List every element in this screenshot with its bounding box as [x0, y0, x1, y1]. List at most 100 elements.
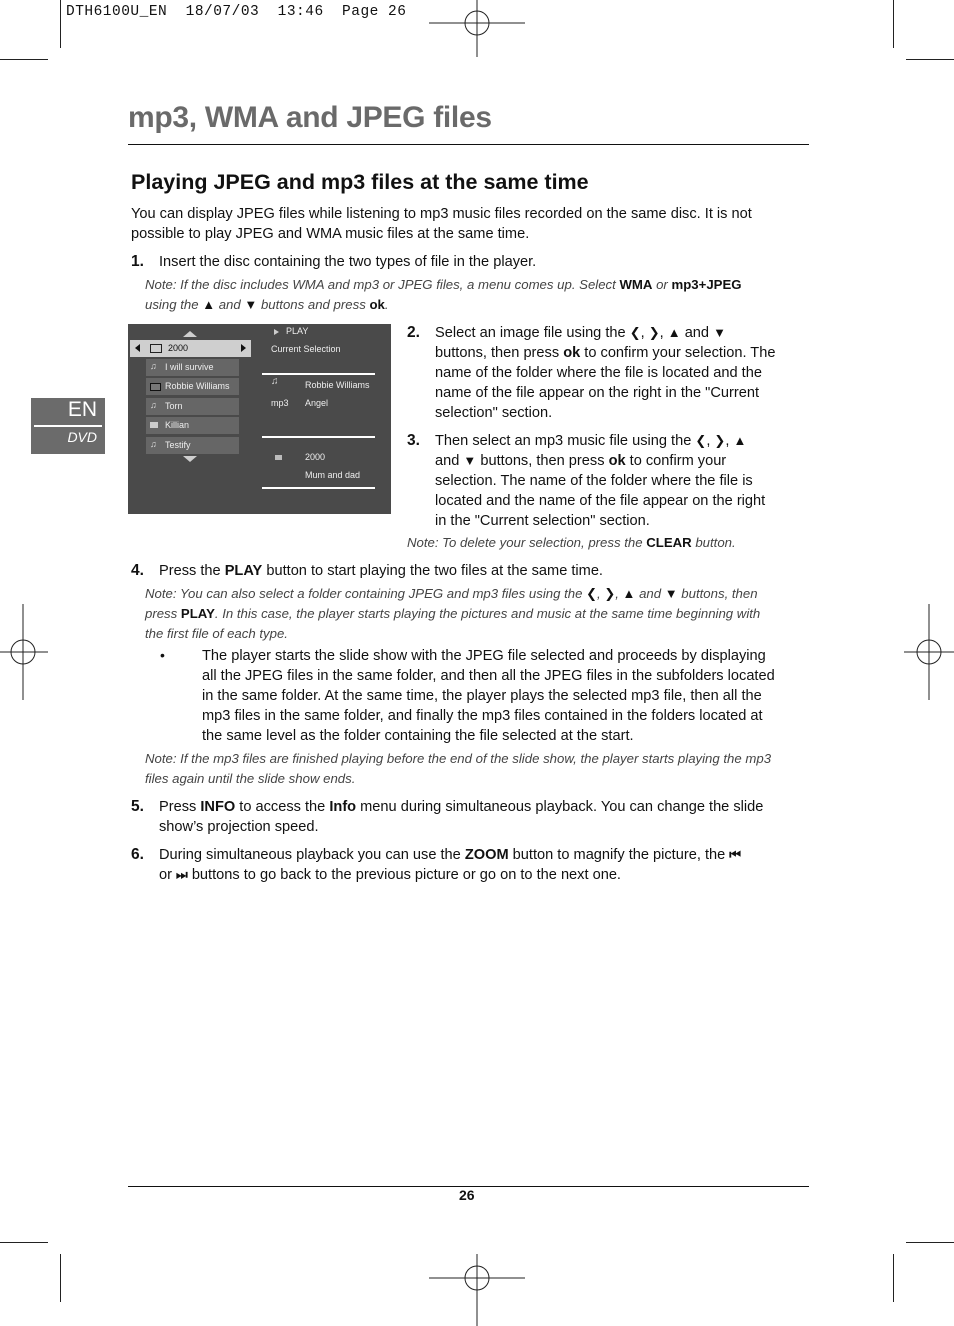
folder-name: 2000 [168, 343, 189, 353]
print-slug: DTH6100U_EN 18/07/03 13:46 Page 26 [66, 4, 407, 20]
step-text: to confirm your [629, 453, 727, 469]
left-arrow-icon [135, 344, 140, 352]
note-text: the first file of each type. [145, 626, 288, 641]
section-heading: Playing JPEG and mp3 files at the same t… [131, 170, 589, 194]
selected-image-file: Mum and dad [305, 470, 361, 480]
music-note-icon: ♫ [150, 361, 157, 371]
comma: , [706, 433, 715, 449]
item-label: I will survive [165, 362, 214, 372]
play-button-label: PLAY [180, 606, 215, 621]
current-folder-row: 2000 [130, 340, 251, 357]
crop-mark [906, 59, 954, 61]
step-1-note: Note: If the disc includes WMA and mp3 o… [145, 275, 825, 315]
bullet-icon: • [160, 647, 165, 663]
ok-button-label: ok [369, 297, 385, 312]
registration-mark-icon [429, 1254, 525, 1326]
item-label: Torn [165, 401, 183, 411]
step-number: 3. [407, 432, 420, 449]
title-divider [128, 144, 809, 146]
step-number: 6. [131, 846, 144, 863]
list-item: ♫ I will survive [146, 359, 239, 376]
step-3-note: Note: To delete your selection, press th… [407, 533, 807, 553]
note-text: buttons and press [257, 297, 370, 312]
step-text: and [684, 325, 710, 341]
list-item: Robbie Williams [146, 378, 239, 395]
right-arrow-icon: ❯ [604, 586, 616, 601]
note-text: Note: To delete your selection, press th… [407, 535, 647, 550]
crop-mark [0, 1242, 48, 1244]
down-arrow-icon: ▼ [463, 453, 477, 468]
bullet-line: The player starts the slide show with th… [202, 648, 766, 664]
bullet-line: in the same folder. At the same time, th… [202, 688, 762, 704]
registration-mark-icon [429, 0, 525, 57]
step-text: buttons to go back to the previous pictu… [191, 867, 621, 883]
step-text: or [159, 867, 172, 883]
slide-show-note: Note: If the mp3 files are finished play… [145, 749, 815, 789]
up-arrow-icon: ▲ [733, 433, 747, 448]
language-label: EN [67, 398, 97, 421]
zoom-button-label: ZOOM [464, 847, 509, 863]
note-text: press [145, 606, 181, 621]
down-arrow-icon: ▼ [244, 297, 258, 312]
note-text: using the [145, 297, 203, 312]
camera-icon [275, 455, 282, 460]
ok-button-label: ok [563, 345, 581, 361]
crop-mark [0, 59, 48, 61]
note-text: and [215, 297, 245, 312]
ok-button-label: ok [608, 453, 626, 469]
left-arrow-icon: ❮ [695, 433, 707, 448]
step-text: buttons, then press [480, 453, 605, 469]
page-title: mp3, WMA and JPEG files [128, 101, 492, 134]
bullet-line: all the JPEG files in the same folder, a… [202, 668, 775, 684]
registration-mark-icon [0, 604, 48, 700]
step-text: to access the [235, 799, 330, 815]
up-arrow-icon: ▲ [202, 297, 216, 312]
step-5: 5. Press INFO to access the Info menu du… [131, 797, 811, 837]
intro-paragraph: You can display JPEG files while listeni… [131, 204, 811, 244]
info-button-label: INFO [200, 799, 236, 815]
note-text: files again until the slide show ends. [145, 771, 356, 786]
bullet-paragraph: The player starts the slide show with th… [202, 646, 812, 746]
selected-music-file: Angel [305, 398, 329, 408]
step-3: 3. Then select an mp3 music file using t… [407, 431, 807, 531]
intro-line: possible to play JPEG and WMA music file… [131, 226, 530, 242]
note-text: Note: You can also select a folder conta… [145, 586, 587, 601]
folder-icon [150, 383, 161, 391]
scroll-up-icon [183, 331, 197, 337]
step-text: button to magnify the picture, the [508, 847, 726, 863]
crop-mark [893, 1254, 895, 1302]
osd-divider [262, 487, 375, 489]
note-text: Note: If the disc includes WMA and mp3 o… [145, 277, 620, 292]
step-text: located and the name of the file appear … [435, 493, 766, 509]
step-text: buttons, then press [435, 345, 560, 361]
step-text: show’s projection speed. [159, 819, 319, 835]
osd-divider [262, 373, 375, 375]
step-text: selection" section. [435, 405, 553, 421]
down-arrow-icon: ▼ [713, 325, 726, 340]
item-label: Killian [165, 420, 190, 430]
bullet-line: mp3 files in the same folder, and finall… [202, 708, 763, 724]
product-label: DVD [67, 429, 97, 445]
wma-option: WMA [619, 277, 653, 292]
right-arrow-icon: ❯ [648, 325, 660, 340]
note-text: Note: If the mp3 files are finished play… [145, 751, 772, 766]
crop-mark [60, 0, 62, 48]
up-arrow-icon: ▲ [667, 325, 681, 340]
music-note-icon: ♫ [150, 400, 157, 410]
camera-icon [150, 422, 158, 428]
step-number: 5. [131, 798, 144, 815]
selected-image-folder: 2000 [305, 452, 326, 462]
step-text: menu during simultaneous playback. You c… [356, 799, 764, 815]
item-label: Testify [165, 440, 191, 450]
crop-mark [60, 1254, 62, 1302]
step-text: selection. The name of the folder where … [435, 473, 753, 489]
page-number: 26 [459, 1187, 475, 1203]
step-text: Press the [159, 563, 225, 579]
folder-icon [150, 344, 162, 353]
right-arrow-icon: ❯ [714, 433, 726, 448]
step-text: During simultaneous playback you can use… [159, 847, 465, 863]
registration-mark-icon [904, 604, 954, 700]
note-text: and [635, 586, 665, 601]
step-6: 6. During simultaneous playback you can … [131, 845, 811, 885]
note-text: buttons, then [677, 586, 758, 601]
